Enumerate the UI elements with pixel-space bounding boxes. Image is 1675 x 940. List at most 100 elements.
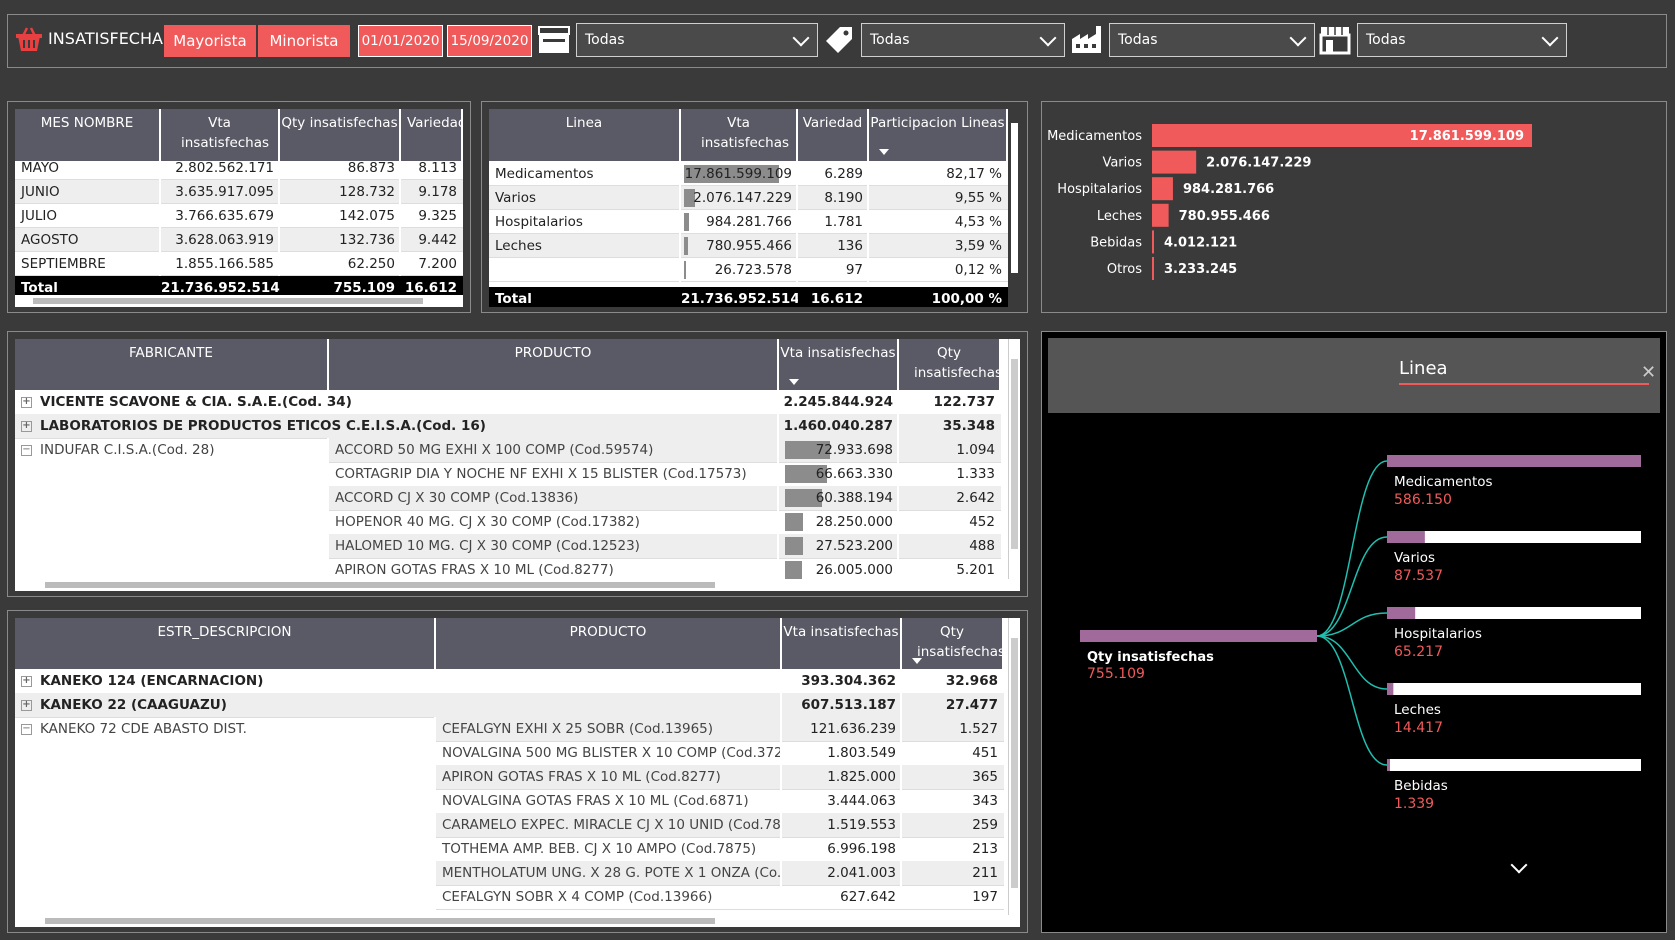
tree-node-bar[interactable] bbox=[1387, 531, 1425, 543]
mes-row[interactable]: JUNIO 3.635.917.095 128.732 9.178 bbox=[15, 180, 463, 204]
bar-leches[interactable] bbox=[1152, 203, 1169, 227]
expand-plus-icon[interactable]: + bbox=[21, 396, 32, 408]
tree-root-bar[interactable] bbox=[1080, 630, 1317, 642]
product-row[interactable]: HOPENOR 40 MG. CJ X 30 COMP (Cod.17382) 2… bbox=[329, 510, 1001, 535]
estr-table-panel: ESTR_DESCRIPCION PRODUCTO Vta insatisfec… bbox=[7, 610, 1028, 933]
minorista-button[interactable]: Minorista bbox=[258, 25, 350, 57]
mes-header-variedad[interactable]: Variedad bbox=[401, 109, 463, 161]
estr-header-producto[interactable]: PRODUCTO bbox=[436, 618, 782, 669]
collapse-minus-icon[interactable]: − bbox=[21, 723, 32, 735]
filter-dropdown-1[interactable]: Todas bbox=[576, 23, 818, 57]
close-icon[interactable]: ✕ bbox=[1641, 362, 1656, 383]
group-row[interactable]: + KANEKO 22 (CAAGUAZU) 607.513.187 27.477 bbox=[15, 693, 1004, 718]
estr-header-descripcion[interactable]: ESTR_DESCRIPCION bbox=[15, 618, 436, 669]
mes-row[interactable]: MAYO 2.802.562.171 86.873 8.113 bbox=[15, 156, 463, 180]
bar-hospitalarios[interactable] bbox=[1152, 177, 1173, 201]
group-qty: 32.968 bbox=[945, 673, 998, 689]
mes-header-vta[interactable]: Vta insatisfechas bbox=[161, 109, 280, 161]
linea-row[interactable]: Hospitalarios 984.281.766 1.781 4,53 % bbox=[489, 210, 1008, 234]
estr-h-scroll-thumb[interactable] bbox=[45, 918, 715, 924]
filter-dropdown-2[interactable]: Todas bbox=[861, 23, 1065, 57]
filter-dropdown-3[interactable]: Todas bbox=[1109, 23, 1315, 57]
tree-node-label: Varios bbox=[1394, 550, 1435, 566]
group-name: VICENTE SCAVONE & CIA. S.A.E.(Cod. 34) bbox=[40, 394, 352, 410]
estr-header-vta[interactable]: Vta insatisfechas bbox=[782, 618, 902, 669]
mes-h-scrollbar[interactable] bbox=[15, 295, 463, 307]
linea-cell: 2.076.147.229 bbox=[693, 190, 792, 206]
bar-otros[interactable] bbox=[1152, 257, 1154, 280]
product-row[interactable]: MENTHOLATUM UNG. X 28 G. POTE X 1 ONZA (… bbox=[436, 861, 1004, 886]
product-row[interactable]: NOVALGINA GOTAS FRAS X 10 ML (Cod.6871) 3… bbox=[436, 789, 1004, 814]
tree-node-bar[interactable] bbox=[1387, 607, 1416, 619]
bar-bebidas[interactable] bbox=[1152, 230, 1154, 254]
product-row[interactable]: ACCORD 50 MG EXHI X 100 COMP (Cod.59574)… bbox=[329, 438, 1001, 463]
fab-h-scroll-thumb[interactable] bbox=[45, 582, 715, 588]
linea-v-scroll-thumb[interactable] bbox=[1011, 123, 1018, 273]
expand-plus-icon[interactable]: + bbox=[21, 699, 32, 711]
product-row[interactable]: CEFALGYN SOBR X 4 COMP (Cod.13966) 627.64… bbox=[436, 885, 1004, 910]
linea-cell: 6.289 bbox=[824, 166, 863, 182]
product-row[interactable]: HALOMED 10 MG. CJ X 30 COMP (Cod.12523) 2… bbox=[329, 534, 1001, 559]
bar-value-label: 984.281.766 bbox=[1183, 182, 1274, 197]
linea-row[interactable]: Leches 780.955.466 136 3,59 % bbox=[489, 234, 1008, 258]
group-row[interactable]: + VICENTE SCAVONE & CIA. S.A.E.(Cod. 34) 2… bbox=[15, 390, 1001, 415]
mes-row[interactable]: AGOSTO 3.628.063.919 132.736 9.442 bbox=[15, 228, 463, 252]
product-name: CARAMELO EXPEC. MIRACLE CJ X 10 UNID (Co… bbox=[442, 817, 782, 833]
mes-h-scroll-thumb[interactable] bbox=[33, 298, 423, 304]
fab-header-producto[interactable]: PRODUCTO bbox=[329, 339, 779, 390]
estr-v-scrollbar[interactable] bbox=[1008, 618, 1020, 915]
mes-header-month[interactable]: MES NOMBRE bbox=[15, 109, 161, 161]
product-row[interactable]: NOVALGINA 500 MG BLISTER X 10 COMP (Cod.… bbox=[436, 741, 1004, 766]
linea-header-vta[interactable]: Vta insatisfechas bbox=[681, 109, 798, 161]
tree-node-track bbox=[1387, 607, 1641, 619]
group-name: KANEKO 124 (ENCARNACION) bbox=[40, 673, 264, 689]
collapse-minus-icon[interactable]: − bbox=[21, 444, 32, 456]
estr-v-scroll-thumb[interactable] bbox=[1011, 638, 1018, 888]
group-vta: 607.513.187 bbox=[801, 697, 896, 713]
linea-header-participacion[interactable]: Participacion Lineas bbox=[869, 109, 1008, 161]
product-row[interactable]: TOTHEMA AMP. BEB. CJ X 10 AMPO (Cod.7875… bbox=[436, 837, 1004, 862]
product-row[interactable]: APIRON GOTAS FRAS X 10 ML (Cod.8277) 1.82… bbox=[436, 765, 1004, 790]
column-divider bbox=[900, 669, 902, 909]
column-divider bbox=[796, 161, 798, 288]
linea-v-scrollbar[interactable] bbox=[1008, 109, 1020, 307]
product-row[interactable]: CARAMELO EXPEC. MIRACLE CJ X 10 UNID (Co… bbox=[436, 813, 1004, 838]
linea-row[interactable]: 26.723.578 97 0,12 % bbox=[489, 258, 1008, 282]
linea-header-linea[interactable]: Linea bbox=[489, 109, 681, 161]
mayorista-button[interactable]: Mayorista bbox=[164, 25, 256, 57]
linea-row[interactable]: Varios 2.076.147.229 8.190 9,55 % bbox=[489, 186, 1008, 210]
product-row[interactable]: CORTAGRIP DIA Y NOCHE NF EXHI X 15 BLIST… bbox=[329, 462, 1001, 487]
expanded-group-name[interactable]: − INDUFAR C.I.S.A.(Cod. 28) bbox=[15, 438, 329, 462]
date-from-input[interactable]: 01/01/2020 bbox=[358, 25, 443, 57]
linea-cell: Leches bbox=[495, 238, 542, 254]
expand-plus-icon[interactable]: + bbox=[21, 420, 32, 432]
linea-total-label: Total bbox=[495, 291, 532, 307]
mes-row[interactable]: SEPTIEMBRE 1.855.166.585 62.250 7.200 bbox=[15, 252, 463, 276]
fab-header-qty[interactable]: Qty insatisfechas bbox=[899, 339, 1002, 390]
expanded-group-name[interactable]: − KANEKO 72 CDE ABASTO DIST. bbox=[15, 717, 436, 741]
linea-row[interactable]: Medicamentos 17.861.599.109 6.289 82,17 % bbox=[489, 162, 1008, 186]
fab-header-fabricante[interactable]: FABRICANTE bbox=[15, 339, 329, 390]
fab-v-scrollbar[interactable] bbox=[1008, 339, 1020, 579]
filter-dropdown-4[interactable]: Todas bbox=[1357, 23, 1567, 57]
mes-row[interactable]: JULIO 3.766.635.679 142.075 9.325 bbox=[15, 204, 463, 228]
product-row[interactable]: CEFALGYN EXHI X 25 SOBR (Cod.13965) 121.6… bbox=[436, 717, 1004, 742]
group-row[interactable]: + KANEKO 124 (ENCARNACION) 393.304.362 32.9… bbox=[15, 669, 1004, 694]
bar-varios[interactable] bbox=[1152, 150, 1197, 174]
estr-h-scrollbar[interactable] bbox=[15, 915, 1020, 927]
tree-node-bar[interactable] bbox=[1387, 455, 1641, 467]
date-to-input[interactable]: 15/09/2020 bbox=[447, 25, 532, 57]
mes-cell: 132.736 bbox=[339, 232, 395, 248]
linea-header-variedad[interactable]: Variedad bbox=[798, 109, 869, 161]
group-row[interactable]: + LABORATORIOS DE PRODUCTOS ETICOS C.E.I.… bbox=[15, 414, 1001, 439]
tree-node-bar[interactable] bbox=[1387, 683, 1394, 695]
product-row[interactable]: ACCORD CJ X 30 COMP (Cod.13836) 60.388.19… bbox=[329, 486, 1001, 511]
tree-node-bar[interactable] bbox=[1387, 759, 1390, 771]
tree-title-underline bbox=[1399, 383, 1649, 385]
fabricante-table-panel: FABRICANTE PRODUCTO Vta insatisfechas Qt… bbox=[7, 331, 1028, 597]
fab-v-scroll-thumb[interactable] bbox=[1011, 359, 1018, 549]
mes-header-qty[interactable]: Qty insatisfechas bbox=[280, 109, 401, 161]
expand-plus-icon[interactable]: + bbox=[21, 675, 32, 687]
column-divider bbox=[897, 390, 899, 582]
fab-h-scrollbar[interactable] bbox=[15, 579, 1020, 591]
